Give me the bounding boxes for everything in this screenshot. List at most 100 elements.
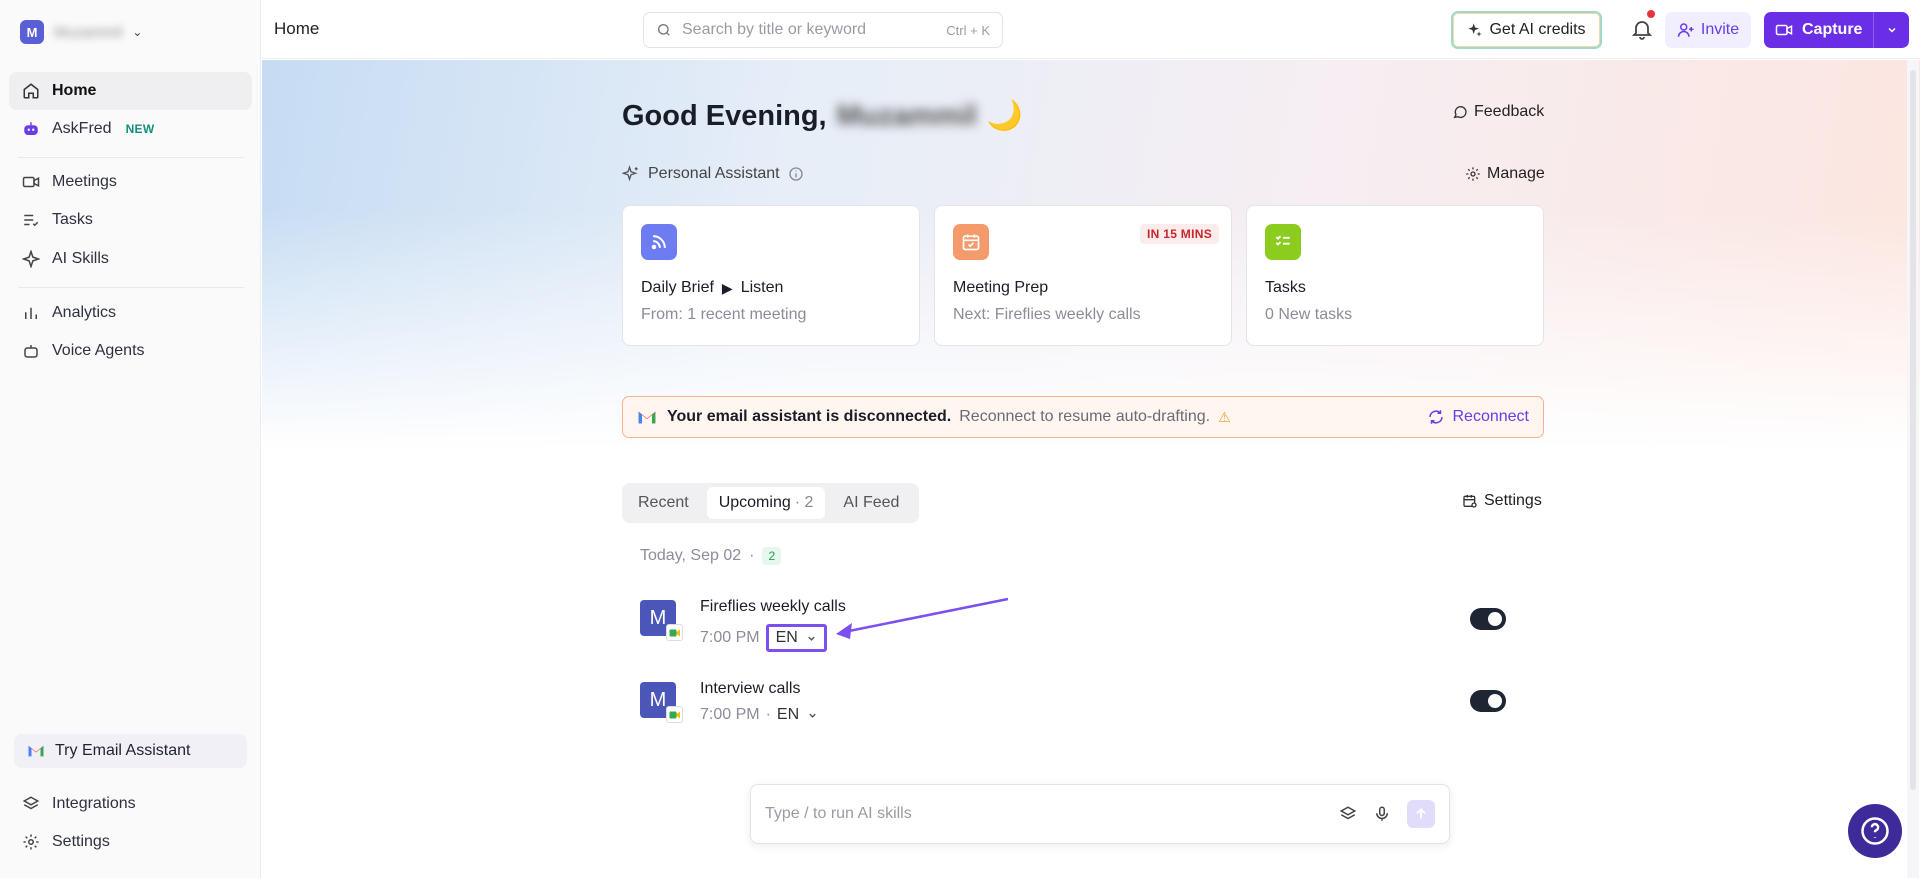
meeting-row[interactable]: M Interview calls 7:00 PM · EN: [640, 680, 1560, 740]
greeting: Good Evening, Muzammil 🌙: [622, 99, 1023, 133]
video-icon: [22, 176, 40, 188]
meeting-meta: 7:00 PM · EN: [700, 706, 818, 724]
chevron-down-icon: [1887, 27, 1896, 33]
notification-dot: [1647, 10, 1655, 18]
sidebar-item-askfred[interactable]: AskFred NEW: [9, 110, 252, 148]
sidebar-item-integrations[interactable]: Integrations: [9, 785, 252, 823]
meeting-prep-card[interactable]: IN 15 MINS Meeting Prep Next: Fireflies …: [934, 205, 1232, 346]
day-count-badge: 2: [762, 547, 782, 565]
search-input[interactable]: [682, 21, 937, 39]
meeting-tabs: Recent Upcoming · 2 AI Feed: [622, 483, 919, 523]
settings-label: Settings: [1484, 492, 1542, 509]
arrow-up-icon: [1416, 808, 1426, 819]
calendar-settings-icon: [1463, 495, 1477, 508]
workspace-switcher[interactable]: M Muzammil ⌄: [20, 20, 142, 44]
capture-dropdown[interactable]: [1873, 12, 1909, 48]
robot-icon: [24, 122, 38, 135]
help-button[interactable]: [1848, 804, 1902, 858]
daily-brief-card[interactable]: Daily Brief ▶ Listen From: 1 recent meet…: [622, 205, 920, 346]
sidebar-item-label: Analytics: [52, 304, 117, 321]
try-email-assistant-button[interactable]: Try Email Assistant: [14, 734, 247, 768]
scroll-thumb[interactable]: [1910, 70, 1916, 790]
moon-icon: 🌙: [986, 100, 1023, 132]
sidebar-item-ai-skills[interactable]: AI Skills: [9, 240, 252, 278]
invite-button[interactable]: Invite: [1665, 12, 1751, 48]
sidebar-item-label: Voice Agents: [52, 342, 145, 359]
scrollbar[interactable]: [1907, 60, 1919, 878]
tab-upcoming[interactable]: Upcoming · 2: [706, 487, 826, 519]
main-content: Good Evening, Muzammil 🌙 Feedback Person…: [262, 60, 1920, 878]
sidebar-item-voice-agents[interactable]: Voice Agents: [9, 332, 252, 370]
capture-button[interactable]: Capture: [1764, 12, 1873, 48]
play-icon[interactable]: ▶: [722, 280, 733, 297]
time-badge: IN 15 MINS: [1139, 224, 1219, 244]
greeting-name: Muzammil: [836, 99, 977, 132]
refresh-icon: [1428, 410, 1443, 424]
meeting-settings-button[interactable]: Settings: [1462, 492, 1542, 510]
reconnect-button[interactable]: Reconnect: [1427, 408, 1529, 426]
sidebar-item-tasks[interactable]: Tasks: [9, 201, 252, 239]
sparkle-icon: [622, 165, 638, 182]
daily-brief-title: Daily Brief: [641, 279, 714, 296]
capture-button-group: Capture: [1764, 12, 1909, 48]
search-icon: [658, 24, 670, 36]
tasks-card[interactable]: Tasks 0 New tasks: [1246, 205, 1544, 346]
greeting-text: Good Evening,: [622, 99, 827, 132]
microphone-icon[interactable]: [1373, 805, 1391, 823]
send-button[interactable]: [1407, 800, 1435, 828]
search-box[interactable]: Ctrl + K: [643, 12, 1003, 48]
invite-label: Invite: [1700, 21, 1740, 38]
sparkle-icon: [1468, 23, 1483, 37]
chat-bubble-icon: [1453, 106, 1467, 119]
get-ai-credits-button[interactable]: Get AI credits: [1451, 11, 1602, 49]
sidebar-item-settings[interactable]: Settings: [9, 823, 252, 861]
bar-chart-icon: [25, 307, 37, 319]
card-title: Daily Brief ▶ Listen: [641, 279, 783, 297]
language-select[interactable]: EN: [777, 706, 818, 724]
composer-input[interactable]: [765, 805, 1323, 823]
sidebar-item-analytics[interactable]: Analytics: [9, 294, 252, 332]
tasks-icon: [24, 214, 39, 227]
sidebar-item-meetings[interactable]: Meetings: [9, 163, 252, 201]
auto-join-toggle[interactable]: [1470, 608, 1506, 630]
card-title: Meeting Prep: [953, 279, 1049, 296]
language-select[interactable]: EN: [765, 624, 827, 652]
listen-link[interactable]: Listen: [741, 279, 784, 297]
meeting-time: 7:00 PM: [700, 629, 760, 646]
info-icon[interactable]: [788, 166, 804, 182]
workspace-name: Muzammil: [54, 23, 123, 41]
sidebar-item-home[interactable]: Home: [9, 72, 252, 110]
video-icon: [1775, 24, 1793, 36]
ai-skills-composer: [750, 784, 1450, 844]
sidebar-item-label: Meetings: [52, 173, 117, 190]
auto-join-toggle[interactable]: [1470, 690, 1506, 712]
gmail-icon: [28, 745, 44, 757]
gear-icon: [23, 834, 39, 850]
annotation-arrow-icon: [836, 597, 1009, 639]
meta-separator: ·: [765, 706, 771, 723]
email-disconnected-alert: Your email assistant is disconnected. Re…: [622, 396, 1544, 438]
chevron-down-icon: ⌄: [132, 25, 143, 39]
layers-icon: [22, 796, 40, 810]
meeting-row[interactable]: M Fireflies weekly calls 7:00 PM EN: [640, 598, 1560, 658]
user-plus-icon: [1677, 23, 1694, 37]
personal-assistant-header: Personal Assistant: [622, 165, 804, 183]
tab-ai-feed[interactable]: AI Feed: [831, 487, 911, 519]
workspace-avatar: M: [20, 20, 44, 44]
card-subtitle: Next: Fireflies weekly calls: [953, 306, 1141, 323]
tab-label: Upcoming: [718, 494, 791, 511]
chevron-down-icon: [808, 636, 815, 641]
day-label: Today, Sep 02: [640, 547, 742, 564]
card-subtitle: From: 1 recent meeting: [641, 306, 807, 323]
layers-icon[interactable]: [1339, 805, 1357, 823]
sidebar-item-label: Tasks: [52, 211, 93, 228]
language-value: EN: [775, 629, 798, 646]
bell-icon[interactable]: [1630, 17, 1654, 41]
checklist-icon: [1265, 224, 1301, 260]
assistant-label: Personal Assistant: [648, 165, 780, 182]
sidebar-item-label: Integrations: [52, 795, 136, 812]
tab-recent[interactable]: Recent: [626, 487, 701, 519]
manage-button[interactable]: Manage: [1465, 165, 1545, 183]
feedback-button[interactable]: Feedback: [1452, 103, 1544, 121]
chevron-down-icon: [809, 713, 816, 718]
